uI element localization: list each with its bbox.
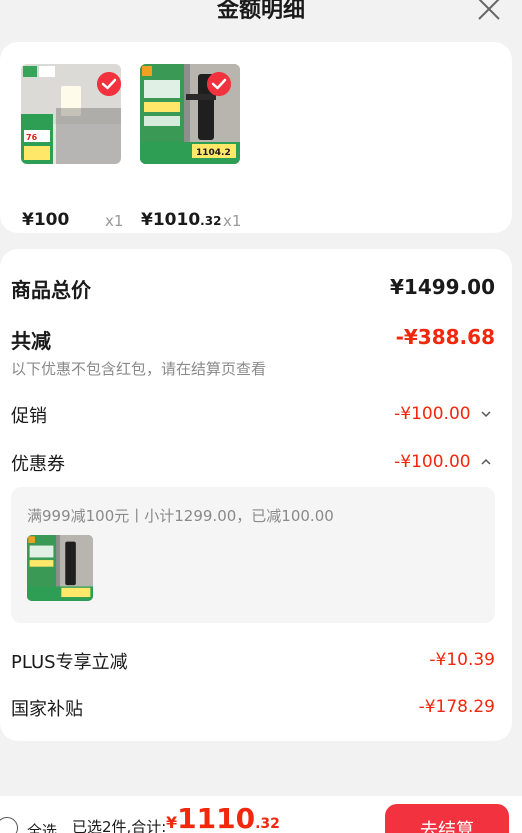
svg-text:76: 76 <box>26 133 38 142</box>
header: 金额明细 <box>0 0 522 40</box>
product-price: ¥100 <box>22 210 70 230</box>
coupon-label: 优惠券 <box>11 454 65 475</box>
product-card: 76 ¥100 x1 1104.2 ¥1010.32 x1 <box>0 42 512 233</box>
chevron-down-icon[interactable] <box>480 409 492 419</box>
discount-value: -¥388.68 <box>395 325 495 349</box>
checkout-button[interactable]: 去结算 <box>385 804 509 833</box>
plus-label: PLUS专享立减 <box>11 652 128 673</box>
promo-label: 促销 <box>11 406 47 427</box>
product-qty: x1 <box>223 212 242 230</box>
coupon-row-toggle[interactable]: -¥100.00 <box>394 452 492 472</box>
bottom-bar: 全选 已选2件,合计: ¥1110.32 去结算 <box>0 796 522 833</box>
price-summary-card: 商品总价 ¥1499.00 共减 -¥388.68 以下优惠不包含红包，请在结算… <box>0 249 512 741</box>
select-all-label[interactable]: 全选 <box>27 820 57 833</box>
product-qty: x1 <box>105 212 124 230</box>
page-title: 金额明细 <box>216 0 305 23</box>
svg-text:1104.2: 1104.2 <box>196 148 231 158</box>
sum-price: ¥1110.32 <box>166 802 280 833</box>
select-all-radio[interactable] <box>0 817 18 833</box>
discount-label: 共减 <box>11 329 51 353</box>
close-icon[interactable] <box>474 0 504 24</box>
subsidy-value: -¥178.29 <box>418 697 495 717</box>
subsidy-label: 国家补贴 <box>11 699 83 720</box>
total-label: 商品总价 <box>11 278 91 302</box>
discount-note: 以下优惠不包含红包，请在结算页查看 <box>11 360 267 378</box>
selected-count: 已选2件,合计: <box>72 818 167 833</box>
plus-value: -¥10.39 <box>429 650 495 670</box>
promo-value: -¥100.00 <box>394 404 471 424</box>
coupon-detail-box: 满999减100元丨小计1299.00，已减100.00 <box>11 487 495 623</box>
check-icon[interactable] <box>207 72 231 96</box>
check-icon[interactable] <box>97 72 121 96</box>
chevron-up-icon[interactable] <box>480 457 492 467</box>
product-price: ¥1010.32 <box>141 210 222 230</box>
promo-row-toggle[interactable]: -¥100.00 <box>394 404 492 424</box>
coupon-product-image[interactable] <box>27 535 93 601</box>
total-value: ¥1499.00 <box>389 275 495 299</box>
coupon-detail-text: 满999减100元丨小计1299.00，已减100.00 <box>27 507 334 525</box>
coupon-value: -¥100.00 <box>394 452 471 472</box>
